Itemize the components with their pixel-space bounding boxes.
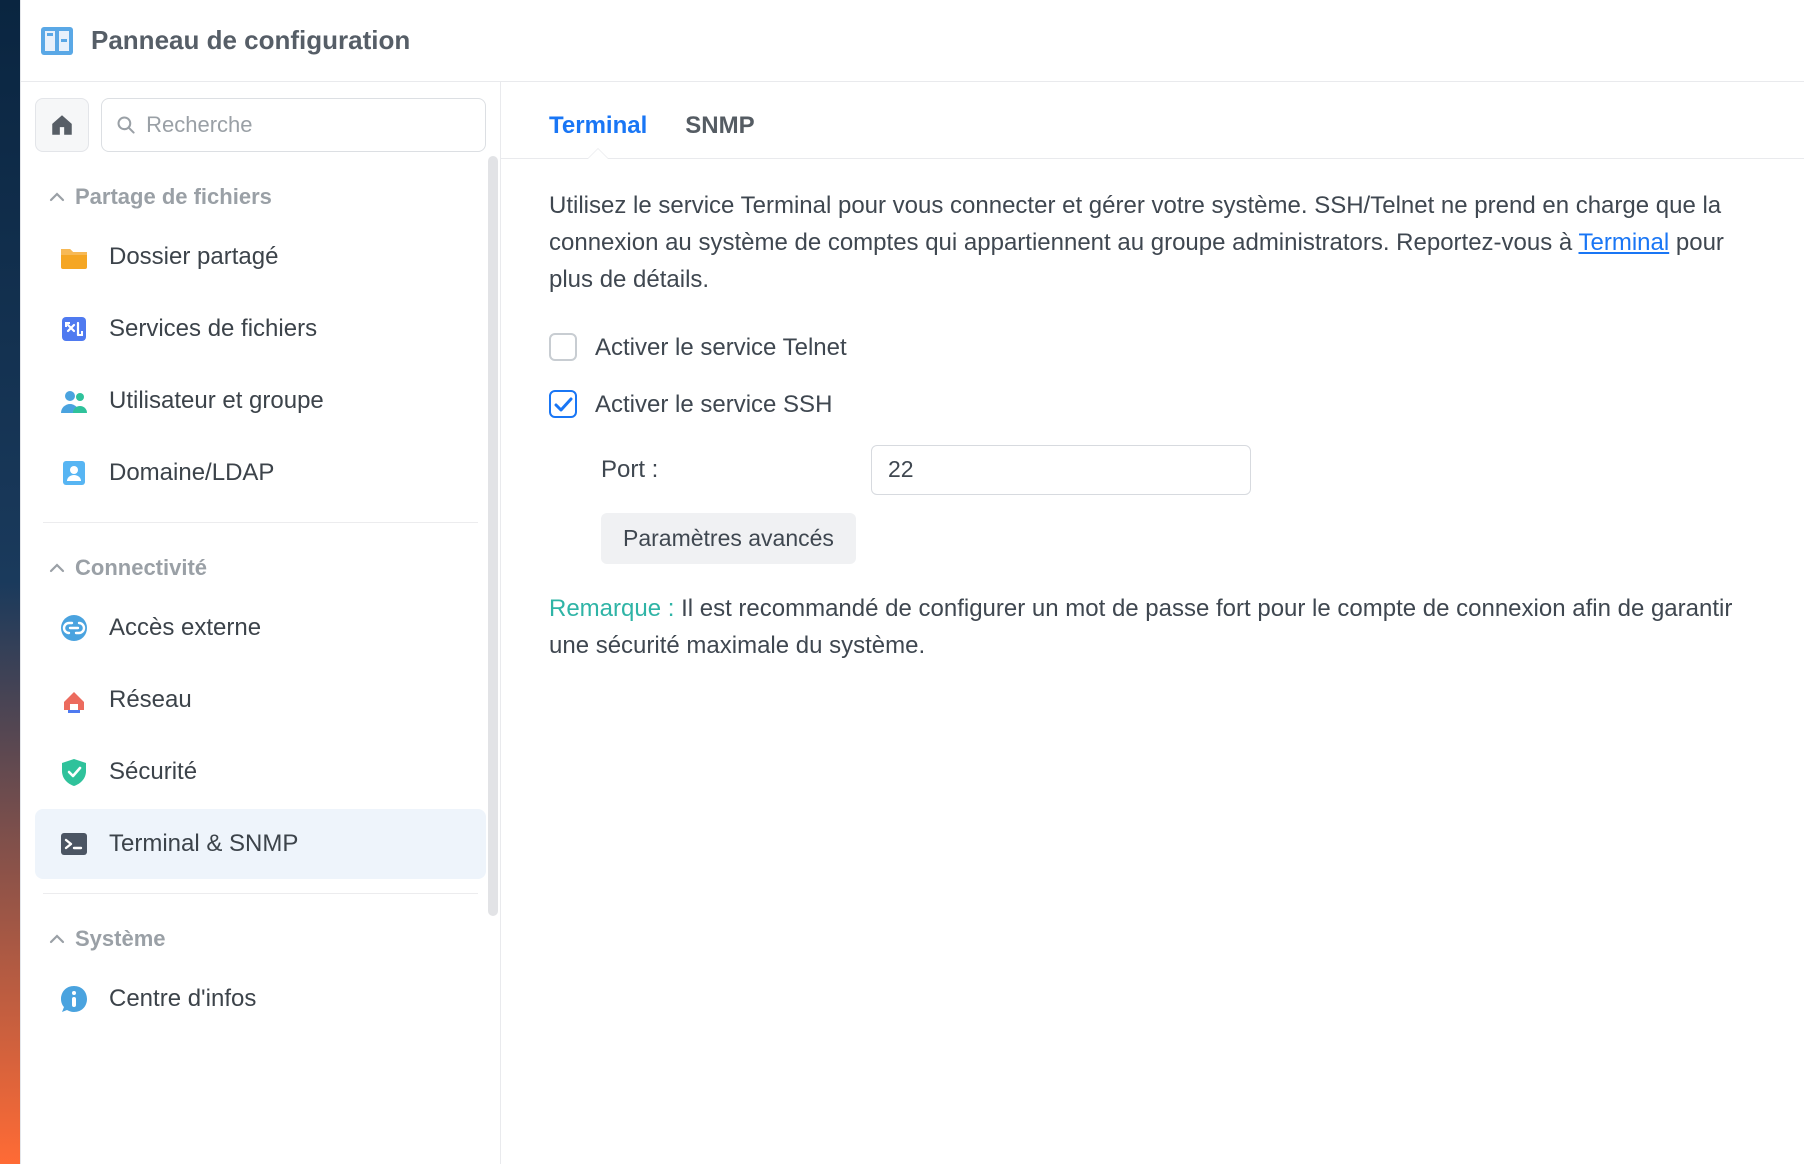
nav-item-network[interactable]: Réseau: [35, 665, 486, 735]
terminal-description: Utilisez le service Terminal pour vous c…: [549, 187, 1756, 299]
note: Remarque : Il est recommandé de configur…: [549, 590, 1756, 664]
ssh-checkbox-row: Activer le service SSH: [549, 376, 1756, 433]
nav-item-shared-folder[interactable]: Dossier partagé: [35, 222, 486, 292]
desc-text-pre: Utilisez le service Terminal pour vous c…: [549, 192, 1721, 256]
tabs: Terminal SNMP: [501, 82, 1804, 159]
nav-item-security[interactable]: Sécurité: [35, 737, 486, 807]
port-input[interactable]: [871, 445, 1251, 495]
nav-item-terminal-snmp[interactable]: Terminal & SNMP: [35, 809, 486, 879]
ssh-settings: Port : Paramètres avancés: [549, 445, 1756, 564]
ssh-checkbox[interactable]: [549, 390, 577, 418]
network-icon: [57, 683, 91, 717]
nav-label: Services de fichiers: [109, 315, 317, 343]
content: Terminal SNMP Utilisez le service Termin…: [501, 82, 1804, 1164]
section-label: Partage de fichiers: [75, 184, 272, 210]
terminal-panel: Utilisez le service Terminal pour vous c…: [501, 159, 1804, 692]
desktop-background-sliver: [0, 0, 20, 1164]
shield-icon: [57, 755, 91, 789]
chevron-up-icon: [49, 189, 65, 205]
nav-label: Sécurité: [109, 758, 197, 786]
nav-label: Domaine/LDAP: [109, 459, 274, 487]
section-header-connectivity[interactable]: Connectivité: [29, 537, 492, 591]
link-icon: [57, 611, 91, 645]
nav-item-external-access[interactable]: Accès externe: [35, 593, 486, 663]
titlebar: Panneau de configuration: [21, 0, 1804, 82]
note-label: Remarque :: [549, 595, 681, 622]
nav-item-domain-ldap[interactable]: Domaine/LDAP: [35, 438, 486, 508]
nav-item-file-services[interactable]: Services de fichiers: [35, 294, 486, 364]
sidebar: Partage de fichiers Dossier partagé Serv…: [21, 82, 501, 1164]
file-services-icon: [57, 312, 91, 346]
nav-label: Utilisateur et groupe: [109, 387, 324, 415]
telnet-label: Activer le service Telnet: [595, 329, 847, 366]
addressbook-icon: [57, 456, 91, 490]
divider: [43, 522, 478, 523]
check-icon: [553, 394, 573, 414]
chevron-up-icon: [49, 560, 65, 576]
control-panel-window: Panneau de configuration: [20, 0, 1804, 1164]
tab-terminal[interactable]: Terminal: [549, 112, 647, 158]
note-text: Il est recommandé de configurer un mot d…: [549, 595, 1732, 659]
telnet-checkbox-row: Activer le service Telnet: [549, 319, 1756, 376]
chevron-up-icon: [49, 931, 65, 947]
nav-label: Réseau: [109, 686, 192, 714]
section-header-system[interactable]: Système: [29, 908, 492, 962]
ssh-label: Activer le service SSH: [595, 386, 832, 423]
nav-label: Dossier partagé: [109, 243, 278, 271]
search-icon: [116, 114, 136, 136]
port-row: Port :: [601, 445, 1756, 495]
port-label: Port :: [601, 451, 851, 488]
nav-label: Terminal & SNMP: [109, 830, 298, 858]
sidebar-top: [21, 82, 500, 160]
nav-item-info-center[interactable]: Centre d'infos: [35, 964, 486, 1034]
search-box[interactable]: [101, 98, 486, 152]
search-input[interactable]: [146, 112, 471, 138]
home-icon: [49, 112, 75, 138]
divider: [43, 893, 478, 894]
user-group-icon: [57, 384, 91, 418]
nav-label: Accès externe: [109, 614, 261, 642]
section-header-file-sharing[interactable]: Partage de fichiers: [29, 166, 492, 220]
folder-icon: [57, 240, 91, 274]
section-label: Connectivité: [75, 555, 207, 581]
telnet-checkbox[interactable]: [549, 333, 577, 361]
terminal-help-link[interactable]: Terminal: [1579, 229, 1670, 256]
nav: Partage de fichiers Dossier partagé Serv…: [21, 160, 500, 1056]
advanced-settings-button[interactable]: Paramètres avancés: [601, 513, 856, 564]
window-body: Partage de fichiers Dossier partagé Serv…: [21, 82, 1804, 1164]
home-button[interactable]: [35, 98, 89, 152]
terminal-icon: [57, 827, 91, 861]
nav-label: Centre d'infos: [109, 985, 256, 1013]
nav-item-user-group[interactable]: Utilisateur et groupe: [35, 366, 486, 436]
tab-snmp[interactable]: SNMP: [685, 112, 754, 158]
scrollbar-thumb[interactable]: [488, 156, 498, 916]
app-icon: [39, 23, 75, 59]
section-label: Système: [75, 926, 166, 952]
info-icon: [57, 982, 91, 1016]
window-title: Panneau de configuration: [91, 25, 410, 56]
